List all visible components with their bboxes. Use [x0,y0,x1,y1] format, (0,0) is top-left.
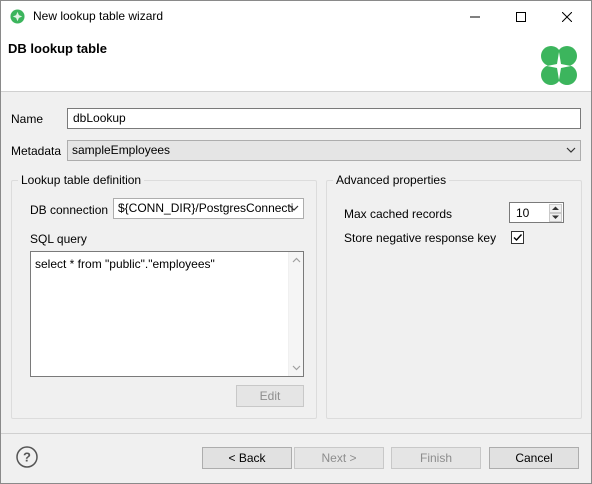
cancel-button[interactable]: Cancel [489,447,579,469]
arrow-up-icon [552,206,559,210]
back-button[interactable]: < Back [202,447,292,469]
maximize-button[interactable] [498,1,544,32]
help-icon[interactable]: ? [16,446,38,468]
store-negative-checkbox[interactable] [511,231,524,244]
max-cached-value: 10 [516,206,530,220]
max-cached-label: Max cached records [344,207,453,221]
name-input[interactable]: dbLookup [67,108,581,129]
minimize-icon [470,16,480,17]
clover-icon [10,9,25,24]
name-label: Name [11,112,44,126]
db-connection-label: DB connection [30,203,109,217]
edit-button[interactable]: Edit [236,385,304,407]
lookup-group-title: Lookup table definition [18,173,145,187]
maximize-icon [516,11,526,22]
svg-text:?: ? [23,450,31,465]
store-negative-label: Store negative response key [344,231,497,245]
metadata-value: sampleEmployees [72,143,171,157]
chevron-down-icon [289,205,299,211]
clover-logo [541,46,577,85]
close-button[interactable] [544,1,590,32]
max-cached-spinner[interactable]: 10 [509,202,564,223]
metadata-select[interactable]: sampleEmployees [67,140,581,161]
spinner-down-button[interactable] [549,213,562,222]
spinner-arrows [549,204,562,222]
scroll-up-icon[interactable] [292,256,301,265]
arrow-down-icon [552,215,559,219]
db-connection-value: ${CONN_DIR}/PostgresConnecti [118,201,294,215]
sql-query-label: SQL query [30,232,87,246]
chevron-down-icon [566,147,576,153]
page-title: DB lookup table [8,41,107,56]
close-icon [562,11,572,22]
next-button[interactable]: Next > [294,447,384,469]
metadata-label: Metadata [11,144,62,158]
spinner-up-button[interactable] [549,204,562,213]
advanced-group-title: Advanced properties [333,173,450,187]
minimize-button[interactable] [452,1,498,32]
window-title: New lookup table wizard [33,9,164,23]
scroll-down-icon[interactable] [292,363,301,372]
sql-query-textarea[interactable]: select * from "public"."employees" [30,251,304,377]
footer-divider [1,433,591,434]
checkmark-icon [513,234,523,242]
db-connection-select[interactable]: ${CONN_DIR}/PostgresConnecti [113,198,304,219]
wizard-header: DB lookup table [1,32,591,92]
sql-scrollbar[interactable] [288,252,303,376]
sql-query-text: select * from "public"."employees" [35,257,215,271]
wizard-window: New lookup table wizard DB lookup table … [0,0,592,484]
finish-button[interactable]: Finish [391,447,481,469]
title-bar: New lookup table wizard [1,1,591,32]
